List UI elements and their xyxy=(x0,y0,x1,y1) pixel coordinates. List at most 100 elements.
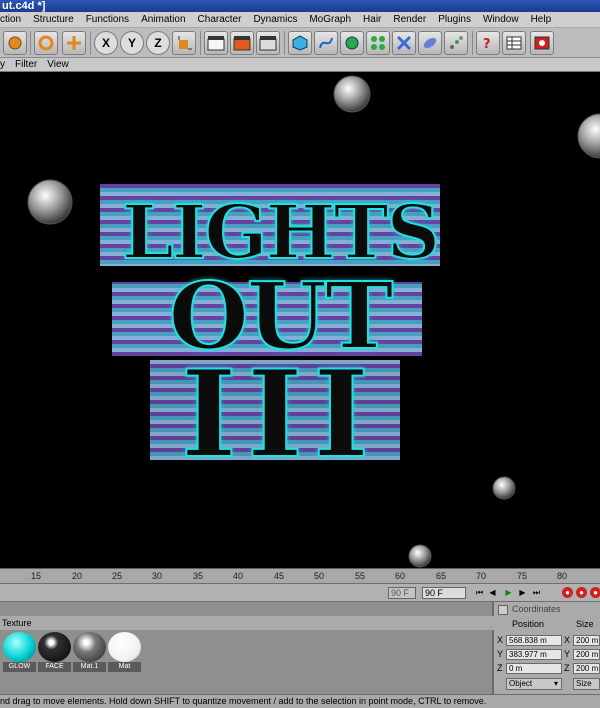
play-icon[interactable]: ▶ xyxy=(503,587,514,598)
material-label: GLOW xyxy=(3,662,36,672)
keyframe-icon[interactable]: ● xyxy=(590,587,600,598)
menu-item-mograph[interactable]: MoGraph xyxy=(309,14,351,25)
pos-x-field[interactable]: 568.838 m xyxy=(506,635,562,646)
material-swatch[interactable]: Mat xyxy=(108,632,141,676)
menu-item-plugins[interactable]: Plugins xyxy=(438,14,471,25)
viewport-menu-view[interactable]: View xyxy=(47,59,69,70)
viewport-menu-filter[interactable]: Filter xyxy=(15,59,37,70)
material-preview-glow xyxy=(3,632,36,662)
timeline-tick: 40 xyxy=(233,571,244,581)
render-picture-icon[interactable] xyxy=(230,31,254,55)
environment-icon[interactable] xyxy=(418,31,442,55)
disco-ball xyxy=(577,113,600,159)
timeline-ruler[interactable]: 15 20 25 30 35 40 45 50 55 60 65 70 75 8… xyxy=(0,568,600,584)
timeline-tick: 20 xyxy=(72,571,83,581)
menu-item-functions[interactable]: Functions xyxy=(86,14,129,25)
transport-bar: 90 F 90 F ⏮ ◀ ▶ ▶ ⏭ ● ● ● xyxy=(0,584,600,602)
status-bar: nd drag to move elements. Hold down SHIF… xyxy=(0,694,600,708)
material-swatch[interactable]: Mat.1 xyxy=(73,632,106,676)
nurbs-icon[interactable] xyxy=(340,31,364,55)
menu-item-structure[interactable]: Structure xyxy=(33,14,74,25)
pos-z-field[interactable]: 0 m xyxy=(506,663,562,674)
camera-icon[interactable] xyxy=(530,31,554,55)
timeline-tick: 35 xyxy=(193,571,204,581)
material-label: Mat.1 xyxy=(73,662,106,672)
render-view-icon[interactable] xyxy=(204,31,228,55)
autokey-icon[interactable]: ● xyxy=(576,587,587,598)
timeline-tick: 75 xyxy=(517,571,528,581)
size-x-field[interactable]: 200 m xyxy=(573,635,600,646)
step-forward-icon[interactable]: ▶ xyxy=(517,587,528,598)
size-x-label: X xyxy=(564,635,571,645)
render-settings-icon[interactable] xyxy=(256,31,280,55)
material-swatch[interactable]: FACE xyxy=(38,632,71,676)
disco-ball xyxy=(333,75,371,113)
menu-item-help[interactable]: Help xyxy=(531,14,552,25)
rotate-icon[interactable] xyxy=(34,31,58,55)
timeline-tick: 80 xyxy=(557,571,568,581)
material-preview-mat1 xyxy=(73,632,106,662)
menu-item-render[interactable]: Render xyxy=(393,14,426,25)
material-menu-texture[interactable]: Texture xyxy=(0,616,494,630)
current-frame-field[interactable]: 90 F xyxy=(422,587,466,599)
coordinates-manager: Coordinates Position Size X 568.838 m X … xyxy=(494,602,600,694)
timeline-tick: 45 xyxy=(274,571,285,581)
pos-y-field[interactable]: 383.977 m xyxy=(506,649,562,660)
timeline-tick: 60 xyxy=(395,571,406,581)
y-axis-icon[interactable]: Y xyxy=(120,31,144,55)
material-preview-mat xyxy=(108,632,141,662)
timeline-tick: 15 xyxy=(31,571,42,581)
go-to-start-icon[interactable]: ⏮ xyxy=(474,587,485,598)
cube-icon[interactable] xyxy=(288,31,312,55)
timeline-tick: 70 xyxy=(476,571,487,581)
material-preview-face xyxy=(38,632,71,662)
undo-icon[interactable] xyxy=(3,31,27,55)
table-icon[interactable] xyxy=(502,31,526,55)
help-icon[interactable]: ? xyxy=(476,31,500,55)
coordinates-title: Coordinates xyxy=(512,604,561,614)
size-mode-select[interactable]: Size xyxy=(573,678,600,690)
timeline-tick: 30 xyxy=(152,571,163,581)
deformer-icon[interactable] xyxy=(392,31,416,55)
step-back-icon[interactable]: ◀ xyxy=(487,587,498,598)
menu-item-character[interactable]: Character xyxy=(198,14,242,25)
x-axis-icon[interactable]: X xyxy=(94,31,118,55)
text-iii: III xyxy=(180,343,380,486)
disco-ball xyxy=(408,544,432,568)
coordinate-mode-select[interactable]: Object ▾ xyxy=(506,678,562,690)
menu-bar: ction Structure Functions Animation Char… xyxy=(0,12,600,28)
z-axis-icon[interactable]: Z xyxy=(146,31,170,55)
max-frame-field[interactable]: 90 F xyxy=(388,587,416,599)
menu-item-dynamics[interactable]: Dynamics xyxy=(253,14,297,25)
menu-item-animation[interactable]: Animation xyxy=(141,14,185,25)
size-label: Size xyxy=(576,619,594,629)
size-z-field[interactable]: 200 m xyxy=(573,663,600,674)
viewport-menu: y Filter View xyxy=(0,58,600,72)
spline-icon[interactable] xyxy=(314,31,338,55)
pos-z-label: Z xyxy=(497,663,503,673)
position-label: Position xyxy=(512,619,545,629)
material-manager: Texture GLOW FACE Mat.1 Mat xyxy=(0,602,494,694)
menu-item-hair[interactable]: Hair xyxy=(363,14,381,25)
timeline-tick: 65 xyxy=(436,571,447,581)
coordinate-mode-value: Object xyxy=(509,679,533,688)
scene-icon[interactable] xyxy=(444,31,468,55)
coordinates-checkbox[interactable] xyxy=(498,605,508,615)
pos-x-label: X xyxy=(497,635,504,645)
main-toolbar: X Y Z ? xyxy=(0,28,600,58)
3d-viewport[interactable]: LIGHTS OUT III xyxy=(0,72,600,568)
svg-text:?: ? xyxy=(483,37,491,51)
move-icon[interactable] xyxy=(62,31,86,55)
menu-item-selection[interactable]: ction xyxy=(0,14,21,25)
array-icon[interactable] xyxy=(366,31,390,55)
viewport-menu-display[interactable]: y xyxy=(0,59,5,70)
object-axis-icon[interactable] xyxy=(172,31,196,55)
go-to-end-icon[interactable]: ⏭ xyxy=(531,587,542,598)
pos-y-label: Y xyxy=(497,649,504,659)
menu-item-window[interactable]: Window xyxy=(483,14,519,25)
timeline-tick: 55 xyxy=(355,571,366,581)
timeline-tick: 25 xyxy=(112,571,123,581)
material-swatch[interactable]: GLOW xyxy=(3,632,36,676)
size-y-field[interactable]: 200 m xyxy=(573,649,600,660)
record-icon[interactable]: ● xyxy=(562,587,573,598)
